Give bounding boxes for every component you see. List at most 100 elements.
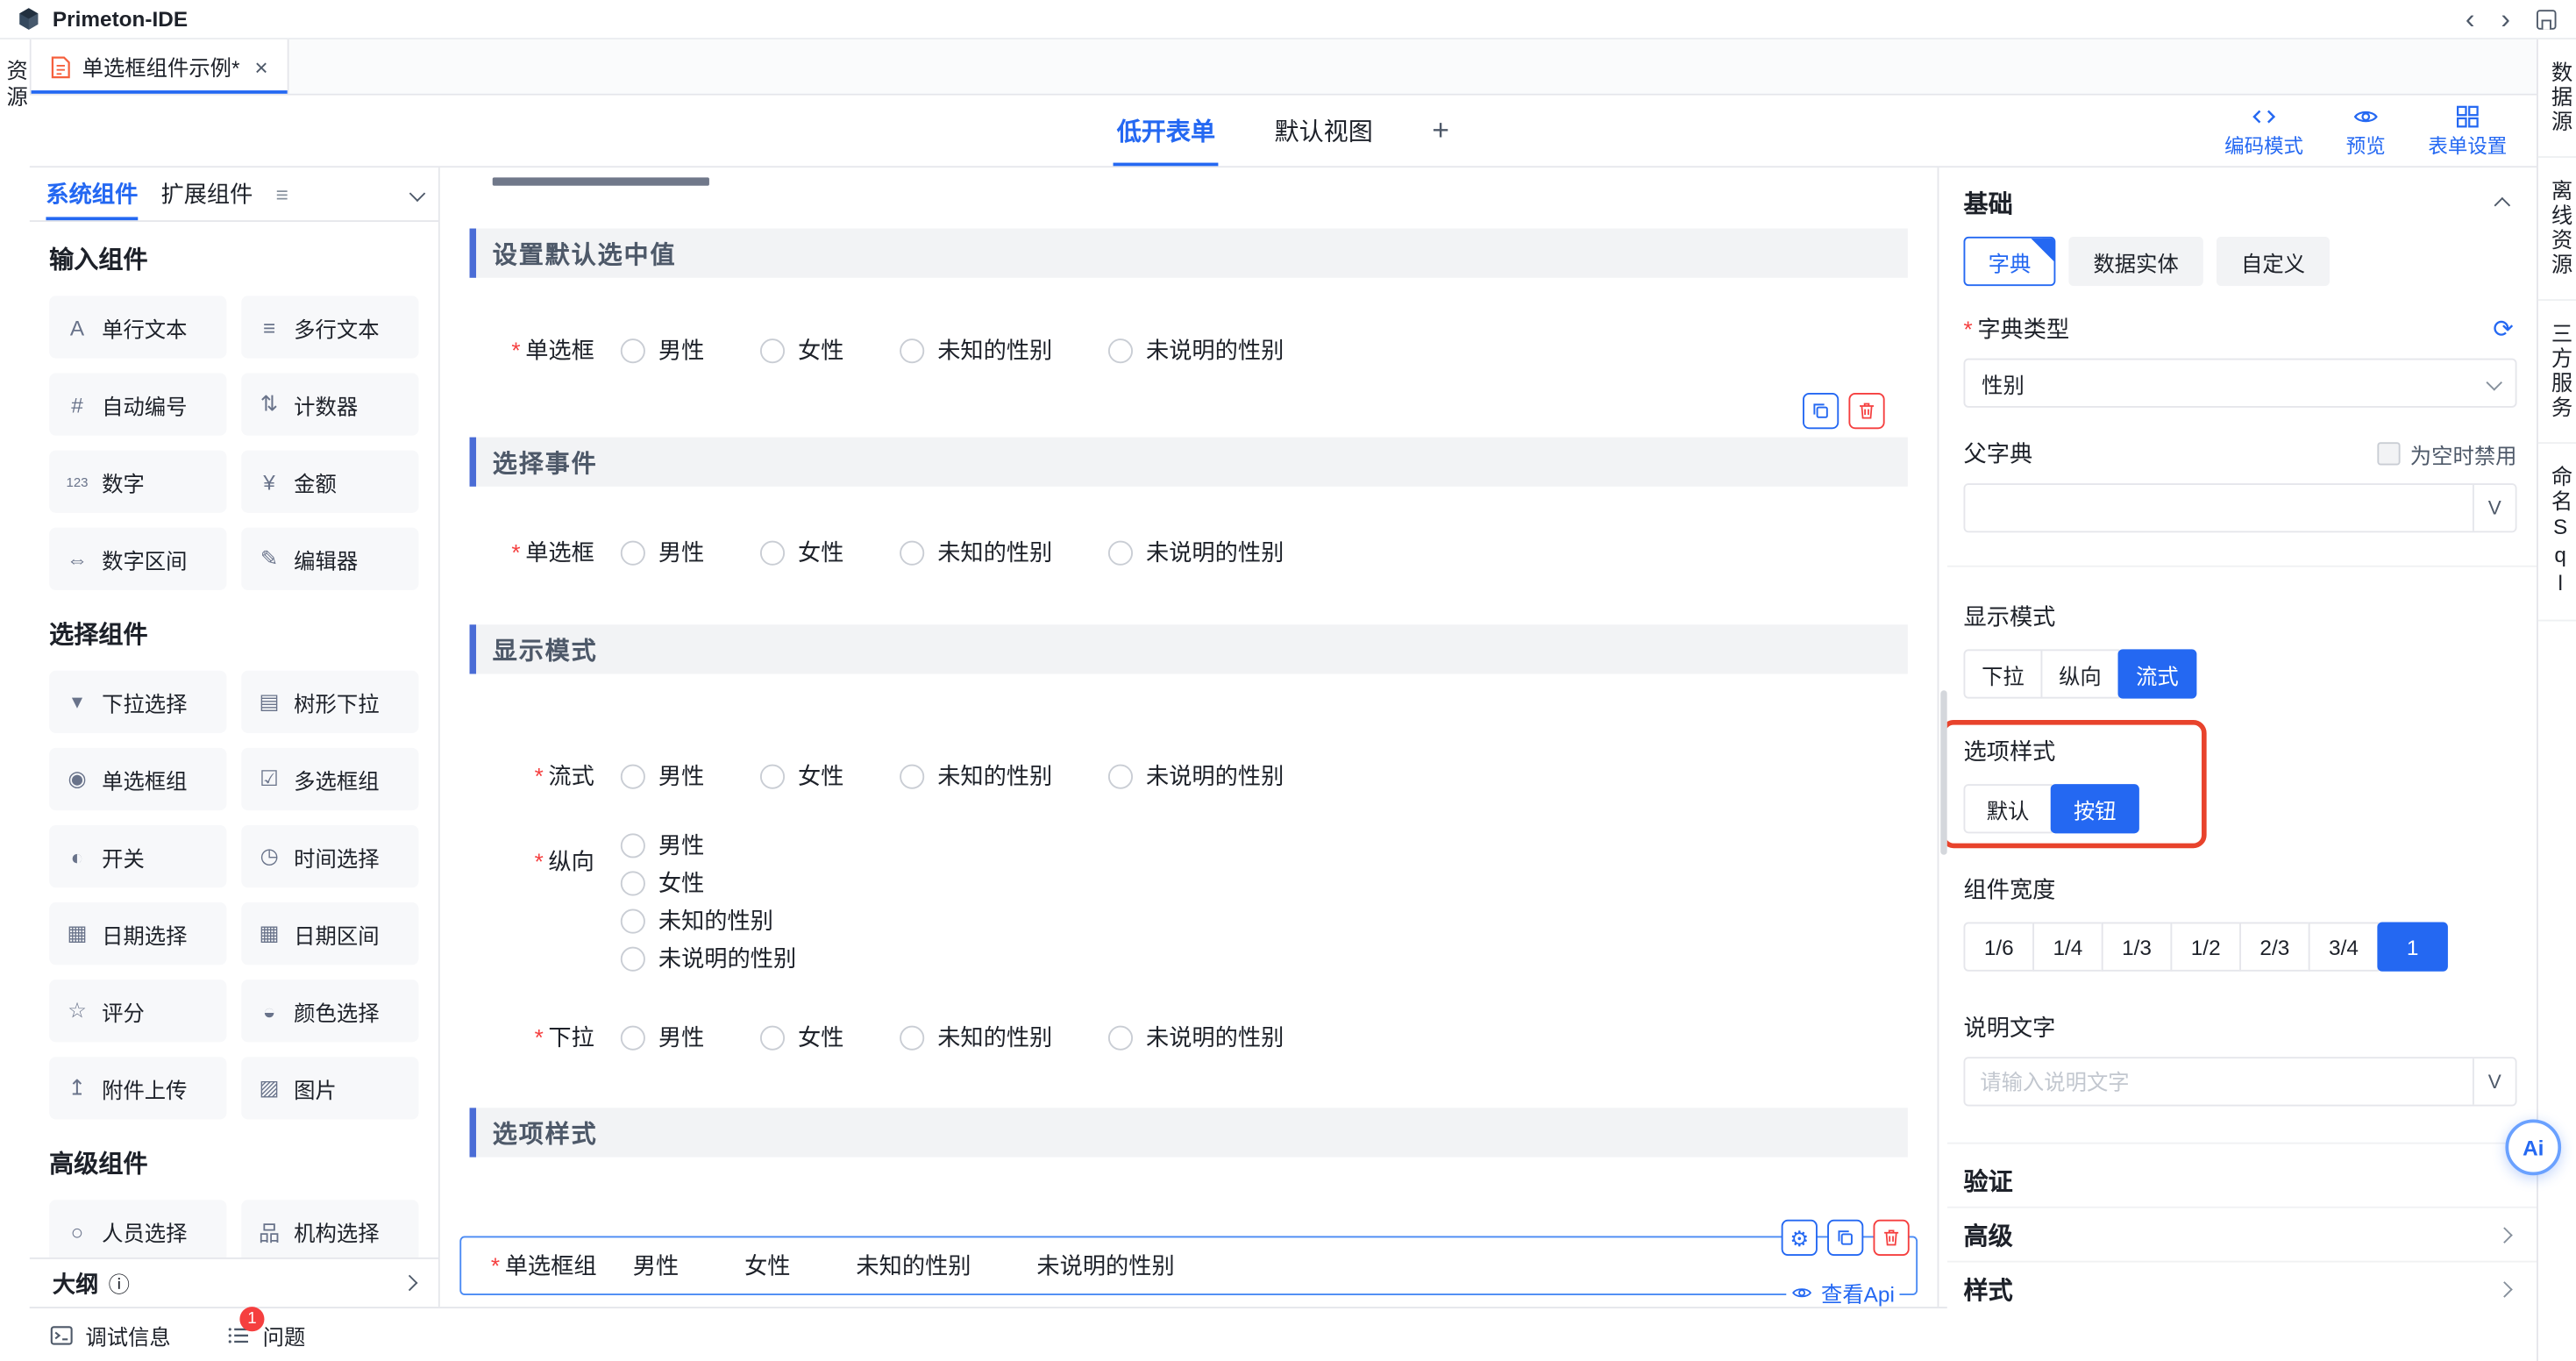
dict-type-select[interactable]: 性别 <box>1964 359 2517 408</box>
tab-data-entity[interactable]: 数据实体 <box>2068 237 2203 286</box>
width-1-3-button[interactable]: 1/3 <box>2102 923 2173 972</box>
option-label[interactable]: 男性 <box>633 1250 679 1282</box>
palette-item-tree-dropdown[interactable]: ▤树形下拉 <box>241 671 418 733</box>
radio-option[interactable]: 男性 <box>621 759 704 792</box>
palette-item-auto-number[interactable]: #自动编号 <box>49 373 226 435</box>
radio-field-row-flow[interactable]: *流式 男性 女性 未知的性别 未说明的性别 <box>470 750 1908 802</box>
tab-custom[interactable]: 自定义 <box>2217 237 2330 286</box>
form-settings-button[interactable]: 表单设置 <box>2428 103 2507 159</box>
copy-button[interactable] <box>1827 1220 1863 1256</box>
palette-item-checkbox-group[interactable]: ☑多选框组 <box>241 748 418 810</box>
radio-field-row-vertical[interactable]: *纵向 男性 女性 未知的性别 未说明的性别 <box>470 829 1908 975</box>
radio-option[interactable]: 女性 <box>760 1021 843 1053</box>
tab-low-code-form[interactable]: 低开表单 <box>1117 96 1215 167</box>
advanced-section-header[interactable]: 高级 <box>1964 1208 2517 1261</box>
document-tab[interactable]: 单选框组件示例* × <box>30 39 289 94</box>
palette-item-number-range[interactable]: ⇔数字区间 <box>49 528 226 590</box>
radio-option[interactable]: 未知的性别 <box>621 904 773 937</box>
radio-option[interactable]: 男性 <box>621 536 704 568</box>
palette-item-single-line-text[interactable]: A单行文本 <box>49 296 226 358</box>
palette-item-editor[interactable]: ✎编辑器 <box>241 528 418 590</box>
radio-option[interactable]: 男性 <box>621 829 704 861</box>
display-mode-flow-button[interactable]: 流式 <box>2118 649 2197 698</box>
variable-button[interactable]: V <box>2473 1058 2516 1104</box>
ai-assistant-button[interactable]: Ai <box>2505 1119 2561 1175</box>
variable-button[interactable]: V <box>2473 485 2516 531</box>
rail-item-named-sql[interactable]: 命名Sql <box>2538 444 2576 621</box>
scrollbar-thumb[interactable] <box>1940 690 1946 854</box>
outline-toggle[interactable]: 大纲 ⓘ <box>30 1258 438 1307</box>
rail-item-datasource[interactable]: 数据源 <box>2538 39 2576 158</box>
option-label[interactable]: 未说明的性别 <box>1036 1250 1174 1282</box>
option-label[interactable]: 女性 <box>744 1250 790 1282</box>
radio-option[interactable]: 未说明的性别 <box>1108 334 1284 367</box>
tab-dictionary[interactable]: 字典 <box>1964 237 2056 286</box>
radio-option[interactable]: 女性 <box>621 866 704 899</box>
palette-item-attachment-upload[interactable]: ↥附件上传 <box>49 1057 226 1119</box>
tab-default-view[interactable]: 默认视图 <box>1274 96 1372 167</box>
palette-item-time-picker[interactable]: ◷时间选择 <box>241 825 418 887</box>
width-2-3-button[interactable]: 2/3 <box>2239 923 2310 972</box>
radio-option[interactable]: 男性 <box>621 1021 704 1053</box>
rail-item-third-party-services[interactable]: 三方服务 <box>2538 301 2576 444</box>
radio-field-row[interactable]: *单选框 男性 女性 未知的性别 未说明的性别 <box>470 526 1908 579</box>
palette-item-rating[interactable]: ☆评分 <box>49 980 226 1042</box>
palette-item-color-picker[interactable]: ◒颜色选择 <box>241 980 418 1042</box>
palette-item-switch[interactable]: ◐开关 <box>49 825 226 887</box>
radio-field-row[interactable]: *单选框 男性 女性 未知的性别 未说明的性别 <box>470 324 1908 376</box>
resources-rail-label[interactable]: 资源 <box>0 59 32 111</box>
palette-item-dropdown-select[interactable]: ▾下拉选择 <box>49 671 226 733</box>
palette-item-org-select[interactable]: 品机构选择 <box>241 1200 418 1258</box>
help-text-input[interactable] <box>1965 1058 2473 1104</box>
radio-option[interactable]: 未知的性别 <box>900 334 1052 367</box>
width-1-2-button[interactable]: 1/2 <box>2170 923 2241 972</box>
delete-button[interactable] <box>1848 393 1884 429</box>
palette-item-multi-line-text[interactable]: ≡多行文本 <box>241 296 418 358</box>
radio-option[interactable]: 女性 <box>760 759 843 792</box>
width-3-4-button[interactable]: 3/4 <box>2309 923 2380 972</box>
style-section-header[interactable]: 样式 <box>1964 1263 2517 1315</box>
radio-option[interactable]: 男性 <box>621 334 704 367</box>
preview-button[interactable]: 预览 <box>2346 103 2386 159</box>
radio-option[interactable]: 未说明的性别 <box>1108 536 1284 568</box>
radio-field-row-dropdown[interactable]: *下拉 男性 女性 未知的性别 未说明的性别 <box>470 1011 1908 1064</box>
validate-section-header[interactable]: 验证 <box>1964 1154 2517 1207</box>
palette-item-amount[interactable]: ¥金额 <box>241 451 418 513</box>
back-icon[interactable]: ‹ <box>2466 7 2475 30</box>
radio-option[interactable]: 未说明的性别 <box>1108 759 1284 792</box>
tab-extension-components[interactable]: 扩展组件 <box>161 167 253 220</box>
option-label[interactable]: 未知的性别 <box>856 1250 971 1282</box>
copy-button[interactable] <box>1803 393 1839 429</box>
option-style-default-button[interactable]: 默认 <box>1964 784 2053 833</box>
delete-button[interactable] <box>1874 1220 1910 1256</box>
display-mode-dropdown-button[interactable]: 下拉 <box>1964 649 2043 698</box>
parent-dict-input[interactable] <box>1965 485 2473 531</box>
collapse-palette-button[interactable] <box>410 167 422 220</box>
radio-option[interactable]: 女性 <box>760 334 843 367</box>
palette-item-person-select[interactable]: ○人员选择 <box>49 1200 226 1258</box>
view-api-link[interactable]: 查看Api <box>1787 1277 1900 1308</box>
selected-component[interactable]: *单选框组 男性 女性 未知的性别 未说明的性别 ⚙ <box>459 1236 1918 1295</box>
display-mode-vertical-button[interactable]: 纵向 <box>2041 649 2120 698</box>
palette-item-image[interactable]: ▨图片 <box>241 1057 418 1119</box>
radio-option[interactable]: 女性 <box>760 536 843 568</box>
refresh-icon[interactable]: ⟳ <box>2493 314 2514 344</box>
palette-item-date-picker[interactable]: ▦日期选择 <box>49 902 226 965</box>
menu-icon[interactable]: ≡ <box>276 167 288 220</box>
palette-item-radio-group[interactable]: ◉单选框组 <box>49 748 226 810</box>
problems-button[interactable]: 1 问题 <box>226 1319 305 1350</box>
radio-option[interactable]: 未知的性别 <box>900 536 1052 568</box>
rail-item-offline-resources[interactable]: 离线资源 <box>2538 158 2576 301</box>
checkbox-icon[interactable] <box>2377 442 2400 465</box>
save-icon[interactable] <box>2537 9 2556 28</box>
debug-info-button[interactable]: 调试信息 <box>49 1319 171 1350</box>
width-1-4-button[interactable]: 1/4 <box>2032 923 2103 972</box>
option-style-button-button[interactable]: 按钮 <box>2051 784 2139 833</box>
tab-system-components[interactable]: 系统组件 <box>46 167 138 220</box>
radio-option[interactable]: 未说明的性别 <box>1108 1021 1284 1053</box>
forward-icon[interactable]: › <box>2501 7 2510 30</box>
palette-item-counter[interactable]: ⇅计数器 <box>241 373 418 435</box>
palette-item-date-range[interactable]: ▦日期区间 <box>241 902 418 965</box>
width-1-6-button[interactable]: 1/6 <box>1964 923 2035 972</box>
radio-option[interactable]: 未知的性别 <box>900 759 1052 792</box>
